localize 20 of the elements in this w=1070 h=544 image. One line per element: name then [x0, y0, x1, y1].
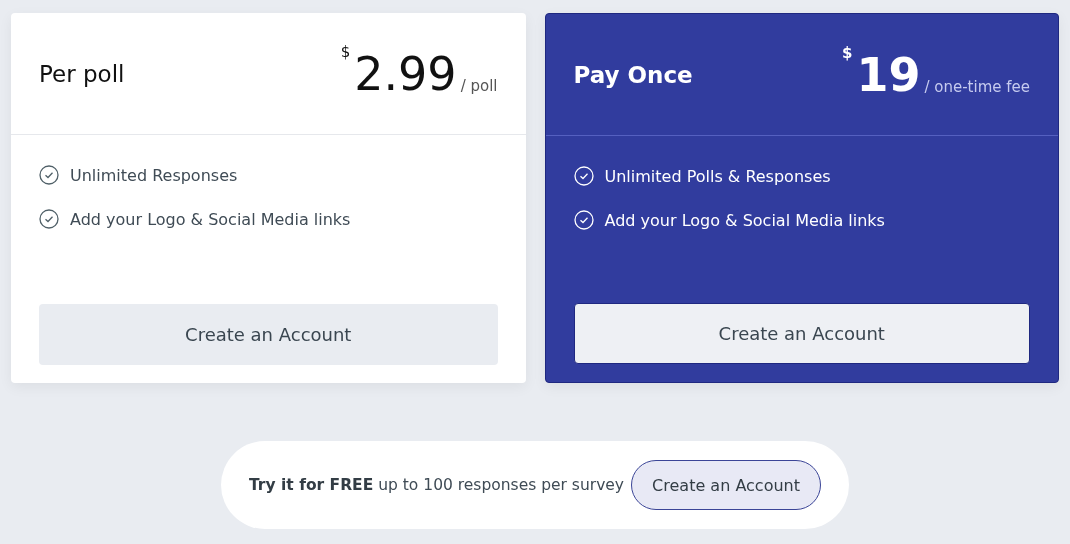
plan-name: Pay Once: [573, 61, 693, 88]
currency-symbol: $: [842, 43, 853, 62]
trial-text: Try it for FREE up to 100 responses per survey: [249, 476, 624, 494]
plan-name: Per poll: [39, 60, 125, 87]
price-amount: 2.99: [354, 50, 457, 97]
feature-text: Unlimited Polls & Responses: [604, 166, 831, 186]
price-unit: / one-time fee: [924, 77, 1030, 96]
feature-text: Unlimited Responses: [70, 165, 238, 185]
check-circle-icon: [573, 166, 594, 186]
price-amount: 19: [856, 51, 921, 98]
price-unit: / poll: [460, 76, 498, 95]
create-account-button[interactable]: Create an Account: [631, 460, 821, 510]
create-account-button[interactable]: Create an Account: [39, 304, 498, 365]
create-account-button[interactable]: Create an Account: [573, 303, 1030, 364]
check-circle-icon: [573, 210, 594, 230]
currency-symbol: $: [340, 42, 351, 61]
check-circle-icon: [39, 165, 59, 185]
feature-text: Add your Logo & Social Media links: [604, 210, 885, 230]
feature-text: Add your Logo & Social Media links: [70, 209, 351, 229]
check-circle-icon: [39, 209, 59, 229]
